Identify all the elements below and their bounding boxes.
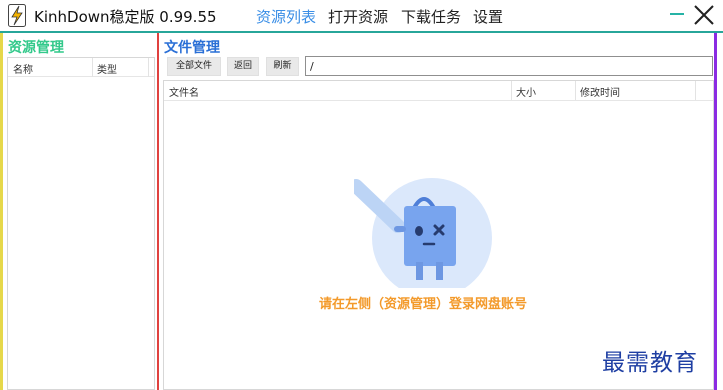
column-separator[interactable] — [695, 81, 696, 100]
resource-list-header: 名称 类型 — [8, 58, 154, 77]
column-separator[interactable] — [575, 81, 576, 100]
sad-bag-icon — [354, 178, 492, 288]
all-files-button[interactable]: 全部文件 — [167, 57, 221, 76]
title-accent-bar — [0, 31, 723, 33]
watermark: 最需教育 — [602, 350, 698, 376]
app-title: KinhDown稳定版 0.99.55 — [34, 8, 217, 26]
nav-tab-settings[interactable]: 设置 — [473, 6, 503, 27]
resource-panel-title: 资源管理 — [8, 40, 64, 56]
nav-tab-open-resource[interactable]: 打开资源 — [328, 6, 388, 27]
nav-tab-download-tasks[interactable]: 下载任务 — [401, 6, 461, 27]
title-bar: KinhDown稳定版 0.99.55 资源列表 打开资源 下载任务 设置 — [0, 0, 723, 31]
path-input[interactable] — [305, 56, 713, 76]
file-list-header: 文件名 大小 修改时间 — [164, 81, 713, 101]
file-panel-title: 文件管理 — [164, 40, 220, 56]
refresh-button[interactable]: 刷新 — [266, 57, 299, 76]
column-separator[interactable] — [92, 58, 93, 77]
column-separator[interactable] — [511, 81, 512, 100]
panel-divider[interactable] — [157, 33, 159, 390]
column-separator[interactable] — [148, 58, 149, 77]
column-header-modified[interactable]: 修改时间 — [580, 84, 620, 99]
column-header-size[interactable]: 大小 — [516, 84, 536, 99]
nav-tab-resource-list[interactable]: 资源列表 — [256, 6, 316, 27]
empty-state-message: 请在左侧（资源管理）登录网盘账号 — [319, 297, 528, 312]
column-header-filename[interactable]: 文件名 — [169, 84, 199, 99]
minimize-icon[interactable] — [670, 13, 684, 15]
left-window-border — [0, 33, 3, 390]
right-window-border — [714, 33, 717, 390]
lightning-bolt-icon — [8, 4, 26, 27]
column-header-type[interactable]: 类型 — [97, 61, 117, 76]
resource-list[interactable]: 名称 类型 — [7, 57, 155, 390]
close-icon[interactable] — [692, 3, 716, 27]
column-header-name[interactable]: 名称 — [13, 61, 33, 76]
back-button[interactable]: 返回 — [227, 57, 259, 76]
